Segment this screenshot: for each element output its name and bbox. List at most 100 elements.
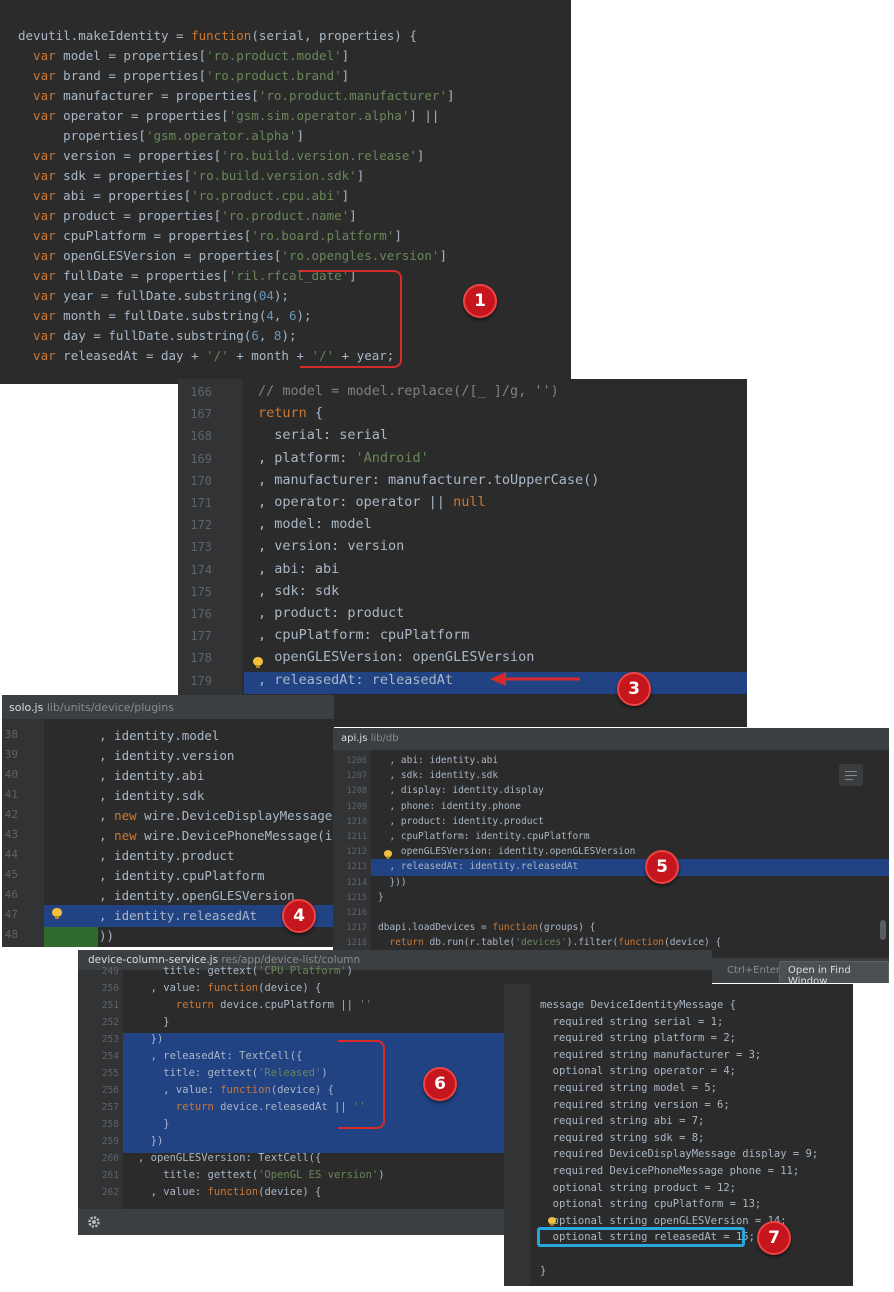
code-token: optional string operator = 4; xyxy=(540,1065,736,1078)
code-token: 'gsm.sim.operator.alpha' xyxy=(228,108,410,123)
code-token: , phone: identity.phone xyxy=(378,800,521,812)
line-number: 169 xyxy=(190,451,212,466)
code-token: optional string openGLESVersion = 14; xyxy=(540,1214,787,1227)
code-token: operator = properties[ xyxy=(55,108,229,123)
code-token: 'Android' xyxy=(355,449,429,466)
code-token: , product: product xyxy=(258,605,405,621)
code-token: 'ro.product.manufacturer' xyxy=(258,88,447,103)
line-number: 175 xyxy=(190,584,212,599)
code-token: ] xyxy=(416,148,425,163)
lightbulb-icon[interactable] xyxy=(52,908,62,919)
code-token: (device) { xyxy=(270,1084,334,1096)
line-number: 174 xyxy=(190,562,212,577)
code-token: } xyxy=(138,1016,170,1028)
editor-panel-return: 166 167 168 169 170 171 172 173 174 175 176 177 178 1… xyxy=(178,379,747,727)
code-token: product = properties[ xyxy=(55,208,222,223)
code-token: day = fullDate.substring( xyxy=(55,328,252,343)
code-token: } xyxy=(540,1264,547,1277)
code-token: , identity.version xyxy=(99,748,235,763)
find-toolbar: Ctrl+Enter Open in Find Window xyxy=(711,958,889,983)
code-token: }) xyxy=(138,1033,164,1045)
line-number: 259 xyxy=(101,1136,119,1147)
line-number: 179 xyxy=(190,673,212,688)
settings-gear-icon[interactable] xyxy=(87,1215,101,1229)
line-number: 45 xyxy=(4,868,18,881)
code-token: required string platform = 2; xyxy=(540,1032,736,1045)
line-number: 40 xyxy=(4,768,18,781)
code-token: db.run(r.table( xyxy=(423,937,516,949)
code-token: title: gettext( xyxy=(138,1169,259,1181)
code-token: var xyxy=(18,48,56,63)
line-number: 48 xyxy=(4,928,18,941)
line-number: 250 xyxy=(101,983,119,994)
line-number: 258 xyxy=(101,1119,119,1130)
code-token: , identity.sdk xyxy=(99,788,205,803)
code-token: var xyxy=(18,188,56,203)
code-token: , value: xyxy=(138,982,208,994)
code-token: , identity.model xyxy=(99,728,220,743)
code-token: , display: identity.display xyxy=(378,785,544,797)
lightbulb-icon[interactable] xyxy=(253,657,263,668)
code-token: , sdk: identity.sdk xyxy=(378,770,499,782)
options-icon[interactable] xyxy=(839,764,863,786)
editor-panel-devutil: devutil.makeIdentity = function(serial, … xyxy=(0,0,571,384)
annotation-bracket xyxy=(300,270,402,368)
lightbulb-icon[interactable] xyxy=(384,850,392,859)
open-in-find-window-button[interactable]: Open in Find Window xyxy=(779,961,889,983)
code-token: , version: version xyxy=(258,538,405,555)
code-token: ).filter( xyxy=(566,937,619,949)
line-number: 1210 xyxy=(346,816,367,827)
line-gutter: 38 39 40 41 42 43 44 45 46 47 48 xyxy=(2,719,44,947)
code-token: serial: serial xyxy=(258,427,389,444)
code-token: var xyxy=(18,348,56,363)
line-number: 1207 xyxy=(346,771,367,782)
code-token: year = fullDate.substring( xyxy=(55,288,259,303)
code-token: brand = properties[ xyxy=(55,68,207,83)
line-number: 260 xyxy=(101,1153,119,1164)
code-token: function xyxy=(492,922,539,934)
code-token: , identity.abi xyxy=(99,768,205,783)
line-number: 1214 xyxy=(346,877,367,888)
code-token: required string serial = 1; xyxy=(540,1015,724,1028)
code-token: 'OpenGL ES version' xyxy=(258,1169,379,1181)
code-token: sdk = properties[ xyxy=(55,168,192,183)
lightbulb-icon[interactable] xyxy=(548,1217,556,1226)
code-token: version = properties[ xyxy=(55,148,222,163)
line-number: 255 xyxy=(101,1068,119,1079)
code-token: cpuPlatform = properties[ xyxy=(55,228,252,243)
annotation-badge-1: 1 xyxy=(463,284,497,318)
scrollbar[interactable] xyxy=(880,920,886,940)
line-number: 1216 xyxy=(346,908,367,918)
line-number: 177 xyxy=(190,629,212,644)
code-token: ) xyxy=(346,965,353,977)
code-token: device.cpuPlatform || xyxy=(213,999,360,1011)
code-token: openGLESVersion: identity.openGLESVersio… xyxy=(378,846,636,858)
line-number: 254 xyxy=(101,1051,119,1062)
annotation-badge-7: 7 xyxy=(757,1221,791,1255)
tab-file-name: api.js xyxy=(341,733,368,744)
code-token: required string sdk = 8; xyxy=(540,1131,705,1144)
line-number: 172 xyxy=(190,518,212,533)
editor-tab[interactable]: api.js lib/db xyxy=(333,728,889,750)
line-number: 46 xyxy=(4,888,18,901)
tab-file-path: lib/units/device/plugins xyxy=(46,701,174,714)
current-line-box xyxy=(537,1227,745,1247)
line-number: 47 xyxy=(4,908,18,921)
line-number: 249 xyxy=(101,966,119,977)
line-number: 166 xyxy=(190,385,212,399)
annotation-badge-3: 3 xyxy=(617,672,651,706)
code-token: ] xyxy=(394,228,402,243)
code-token: required string model = 5; xyxy=(540,1082,718,1094)
line-number: 1217 xyxy=(346,923,367,934)
code-token: var xyxy=(18,108,56,123)
shortcut-hint: Ctrl+Enter xyxy=(727,965,781,976)
editor-tab[interactable]: solo.js lib/units/device/plugins xyxy=(2,695,334,719)
code-token: required DevicePhoneMessage phone = 11; xyxy=(540,1165,800,1177)
code-token: ] xyxy=(349,208,357,223)
code-token: , identity.product xyxy=(99,848,235,863)
code-token: , abi: identity.abi xyxy=(378,755,499,766)
annotation-badge-6: 6 xyxy=(423,1067,457,1101)
code-token: return xyxy=(138,1101,214,1113)
code-token: var xyxy=(18,248,56,263)
line-number: 170 xyxy=(190,473,212,488)
